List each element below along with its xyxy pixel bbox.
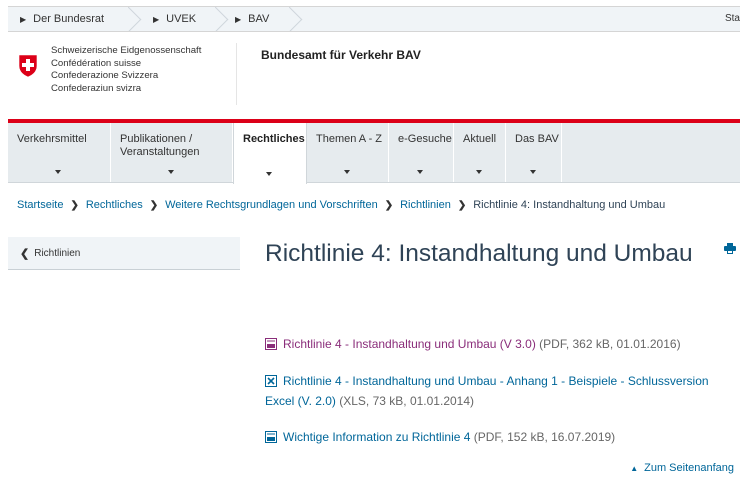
nav-item-label: Das BAV (515, 133, 559, 145)
caret-down-icon (475, 170, 482, 174)
chevron-right-icon: ❯ (384, 200, 394, 211)
nav-item-verkehrsmittel[interactable]: Verkehrsmittel (8, 123, 111, 182)
caret-down-icon (529, 170, 536, 174)
caret-down-icon (55, 170, 61, 174)
top-crumb-label: Der Bundesrat (33, 13, 105, 25)
document-link-anhang-1[interactable]: Richtlinie 4 - Instandhaltung und Umbau … (265, 374, 709, 408)
nav-item-rechtliches[interactable]: Rechtliches (233, 123, 307, 184)
triangle-right-icon: ▶ (235, 14, 242, 24)
nav-item-label: Publikationen / Veranstaltungen (120, 133, 200, 158)
document-meta: (PDF, 362 kB, 01.01.2016) (535, 337, 681, 351)
confederation-line: Confederazione Svizzera (51, 70, 159, 81)
print-icon[interactable] (724, 243, 736, 254)
confederation-line: Confédération suisse (51, 57, 142, 69)
breadcrumb-weitere-rechtsgrundlagen[interactable]: Weitere Rechtsgrundlagen und Vorschrifte… (165, 199, 378, 211)
caret-down-icon (417, 170, 423, 174)
swiss-crest-icon[interactable] (18, 54, 38, 78)
triangle-right-icon: ▶ (153, 14, 160, 24)
nav-item-publikationen[interactable]: Publikationen / Veranstaltungen (111, 123, 233, 182)
confederation-names: Schweizerische Eidgenossenschaft Confédé… (51, 45, 201, 95)
top-crumb-uvek[interactable]: ▶ UVEK (153, 7, 227, 31)
nav-item-label: Rechtliches (243, 133, 305, 145)
back-to-top-link[interactable]: ▲ Zum Seitenanfang (630, 462, 734, 474)
document-item: Wichtige Information zu Richtlinie 4 (PD… (265, 427, 615, 447)
chevron-right-icon: ❯ (70, 200, 79, 211)
document-item: Richtlinie 4 - Instandhaltung und Umbau … (265, 334, 681, 354)
nav-item-label: e-Gesuche (398, 133, 452, 145)
nav-item-label: Aktuell (463, 133, 497, 145)
site-header: Schweizerische Eidgenossenschaft Confédé… (8, 33, 740, 119)
top-crumb-label: UVEK (166, 13, 197, 25)
confederation-line: Schweizerische Eidgenossenschaft (51, 45, 202, 56)
top-crumb-label: BAV (248, 13, 270, 25)
nav-item-label: Verkehrsmittel (17, 133, 87, 145)
main-navigation: Verkehrsmittel Publikationen / Veranstal… (8, 123, 740, 184)
page-title: Richtlinie 4: Instandhaltung und Umbau (265, 240, 693, 267)
pdf-icon (265, 431, 277, 443)
header-divider (236, 43, 237, 105)
sidebar-back-link[interactable]: ❮ Richtlinien (20, 247, 80, 260)
document-meta: (XLS, 73 kB, 01.01.2014) (335, 394, 475, 408)
nav-item-das-bav[interactable]: Das BAV (506, 123, 562, 182)
nav-item-label: Themen A - Z (316, 133, 383, 145)
excel-icon (265, 375, 277, 387)
triangle-right-icon: ▶ (20, 14, 27, 24)
breadcrumb-rechtliches[interactable]: Rechtliches (86, 199, 143, 211)
pdf-icon (265, 338, 277, 350)
sidebar-back-label: Richtlinien (34, 248, 81, 259)
top-breadcrumb-bar: ▶ Der Bundesrat ▶ UVEK ▶ BAV Sta (8, 6, 740, 32)
back-to-top-label: Zum Seitenanfang (644, 462, 734, 474)
sidebar-back-box: ❮ Richtlinien (8, 237, 240, 270)
breadcrumb-current: Richtlinie 4: Instandhaltung und Umbau (473, 199, 666, 211)
caret-down-icon (167, 170, 174, 174)
breadcrumb-startseite[interactable]: Startseite (17, 199, 63, 211)
chevron-up-icon: ▲ (630, 463, 639, 473)
confederation-line: Confederaziun svizra (51, 82, 142, 94)
chevron-right-icon: ❯ (457, 200, 467, 211)
document-item: Richtlinie 4 - Instandhaltung und Umbau … (265, 371, 735, 411)
nav-item-aktuell[interactable]: Aktuell (454, 123, 506, 182)
breadcrumb: Startseite ❯ Rechtliches ❯ Weitere Rechtsgru… (17, 199, 665, 211)
caret-down-icon (266, 172, 272, 176)
nav-item-e-gesuche[interactable]: e-Gesuche (389, 123, 454, 182)
document-meta: (PDF, 152 kB, 16.07.2019) (470, 430, 616, 444)
document-link-richtlinie-4[interactable]: Richtlinie 4 - Instandhaltung und Umbau … (283, 337, 536, 351)
nav-item-themen[interactable]: Themen A - Z (307, 123, 389, 182)
chevron-right-icon: ❯ (149, 200, 159, 211)
caret-down-icon (343, 170, 350, 174)
breadcrumb-richtlinien[interactable]: Richtlinien (400, 199, 451, 211)
top-crumb-bundesrat[interactable]: ▶ Der Bundesrat (20, 7, 140, 31)
document-link-wichtige-information[interactable]: Wichtige Information zu Richtlinie 4 (283, 430, 470, 444)
top-crumb-bav[interactable]: ▶ BAV (235, 7, 301, 31)
top-right-link[interactable]: Sta (725, 13, 740, 24)
chevron-left-icon: ❮ (20, 248, 30, 260)
office-name[interactable]: Bundesamt für Verkehr BAV (261, 48, 421, 62)
